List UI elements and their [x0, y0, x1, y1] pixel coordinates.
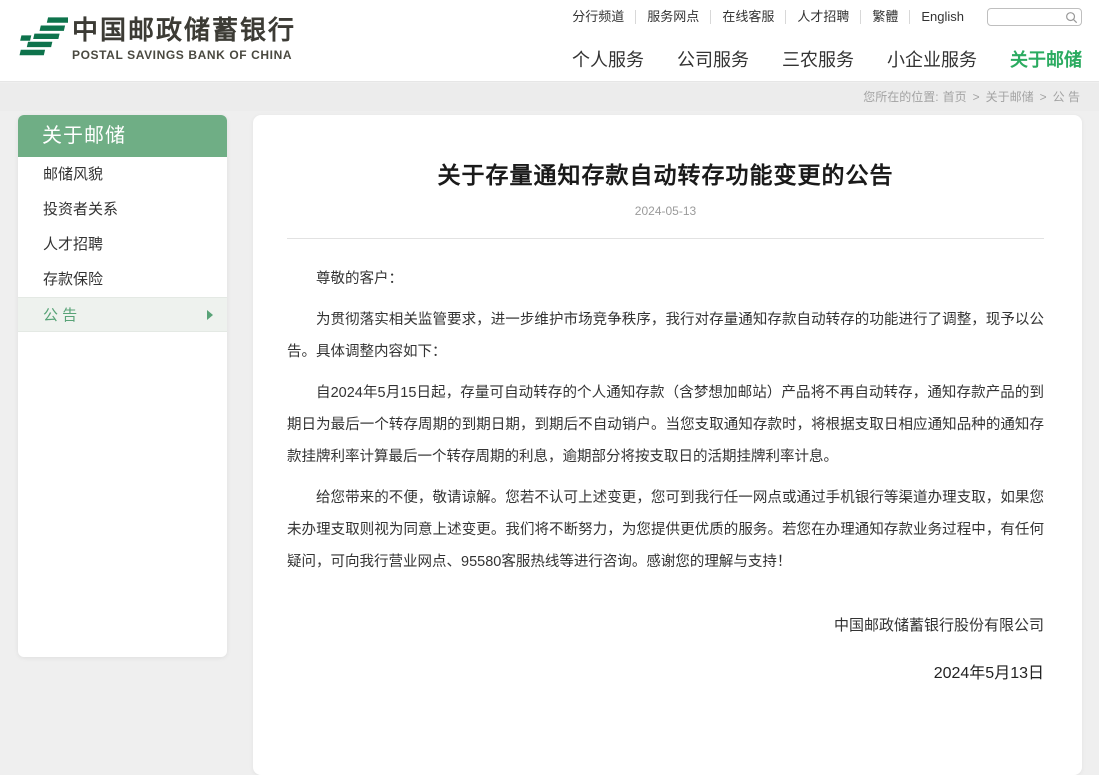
sidebar-item-label: 存款保险	[43, 271, 104, 288]
search-box	[987, 8, 1082, 26]
article-paragraph: 为贯彻落实相关监管要求，进一步维护市场竞争秩序，我行对存量通知存款自动转存的功能…	[287, 312, 1044, 360]
utility-link[interactable]: 人才招聘	[785, 10, 860, 24]
utility-link[interactable]: English	[909, 10, 975, 24]
search-icon[interactable]	[1065, 11, 1078, 24]
utility-links: 分行频道 服务网点 在线客服 人才招聘 繁體 English	[561, 10, 975, 24]
sidebar-item[interactable]: 存款保险	[18, 262, 227, 297]
article-body: 尊敬的客户： 为贯彻落实相关监管要求，进一步维护市场竞争秩序，我行对存量通知存款自…	[287, 263, 1044, 578]
bank-logo[interactable]: 中国邮政储蓄银行 POSTAL SAVINGS BANK OF CHINA	[14, 12, 296, 66]
sidebar-item-label: 投资者关系	[43, 201, 119, 218]
page: { "header": { "logo": { "cn": "中国邮政储蓄银行"…	[0, 0, 1099, 775]
breadcrumb-link[interactable]: 首页	[943, 90, 967, 104]
article-paragraph: 给您带来的不便，敬请谅解。您若不认可上述变更，您可到我行任一网点或通过手机银行等…	[287, 490, 1044, 570]
main-nav: 个人服务 公司服务 三农服务 小企业服务 关于邮储	[539, 46, 1082, 72]
announcement-card: 关于存量通知存款自动转存功能变更的公告 2024-05-13 尊敬的客户： 为贯彻…	[253, 115, 1082, 775]
logo-name-cn: 中国邮政储蓄银行	[72, 15, 297, 46]
article-publish-date: 2024-05-13	[634, 204, 697, 218]
site-header: 中国邮政储蓄银行 POSTAL SAVINGS BANK OF CHINA 分行…	[0, 0, 1099, 82]
breadcrumb-links: 首页关于邮储公 告	[943, 90, 1080, 104]
sidebar-item[interactable]: 投资者关系	[18, 192, 227, 227]
title-divider	[287, 238, 1044, 239]
article-paragraph: 自2024年5月15日起，存量可自动转存的个人通知存款（含梦想加邮站）产品将不再…	[287, 385, 1044, 465]
sidebar-item-label: 人才招聘	[43, 236, 104, 253]
article-sign-date: 2024年5月13日	[933, 665, 1044, 682]
utility-link[interactable]: 分行频道	[561, 10, 635, 24]
nav-item[interactable]: 个人服务	[572, 46, 644, 72]
utility-link[interactable]: 繁體	[860, 10, 909, 24]
breadcrumb-link[interactable]: 公 告	[1034, 90, 1080, 104]
article-title: 关于存量通知存款自动转存功能变更的公告	[437, 162, 894, 188]
search-input[interactable]	[992, 9, 1062, 25]
nav-item[interactable]: 关于邮储	[1010, 46, 1082, 72]
sidebar-title: 关于邮储	[18, 115, 227, 157]
breadcrumb-link[interactable]: 关于邮储	[967, 90, 1034, 104]
sidebar-menu: 邮储风貌 投资者关系 人才招聘 存款保险 公 告	[18, 157, 227, 332]
triangle-right-icon	[207, 309, 213, 320]
sidebar-item-label: 邮储风貌	[43, 166, 104, 183]
breadcrumb-prefix: 您所在的位置:	[863, 90, 939, 104]
nav-item[interactable]: 小企业服务	[887, 46, 977, 72]
utility-row: 分行频道 服务网点 在线客服 人才招聘 繁體 English	[561, 7, 1082, 27]
psbc-logo-icon	[19, 17, 68, 56]
nav-item[interactable]: 三农服务	[782, 46, 854, 72]
utility-link[interactable]: 服务网点	[635, 10, 710, 24]
sidebar-item[interactable]: 公 告	[18, 297, 227, 332]
article-signature: 中国邮政储蓄银行股份有限公司	[833, 617, 1044, 634]
sidebar-item[interactable]: 人才招聘	[18, 227, 227, 262]
breadcrumb: 您所在的位置: 首页关于邮储公 告	[0, 83, 1099, 111]
article-paragraph: 尊敬的客户：	[316, 271, 403, 287]
nav-item[interactable]: 公司服务	[677, 46, 749, 72]
sidebar-item-label: 公 告	[43, 307, 78, 324]
sidebar: 关于邮储 邮储风貌 投资者关系 人才招聘 存款保险 公 告	[18, 115, 227, 657]
logo-name-en: POSTAL SAVINGS BANK OF CHINA	[72, 47, 293, 62]
utility-link[interactable]: 在线客服	[710, 10, 785, 24]
sidebar-item[interactable]: 邮储风貌	[18, 157, 227, 192]
logo-text: 中国邮政储蓄银行 POSTAL SAVINGS BANK OF CHINA	[72, 16, 296, 62]
